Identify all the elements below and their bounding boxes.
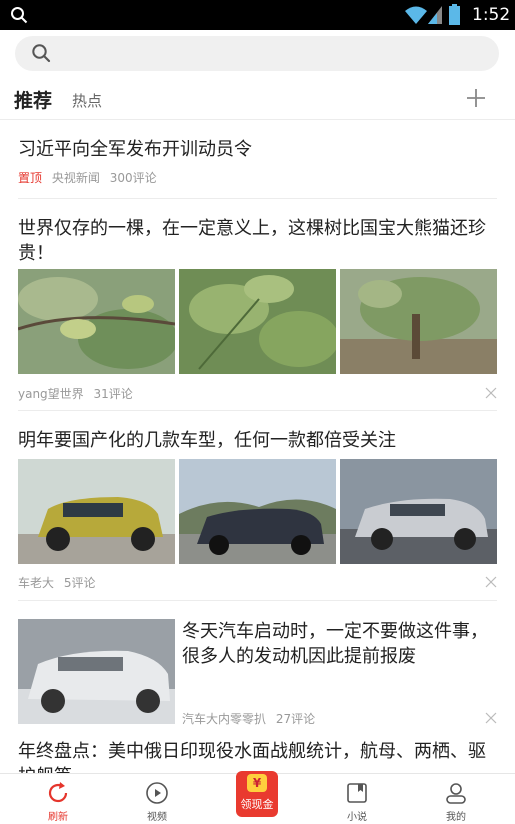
news-title: 习近平向全军发布开训动员令 [18, 139, 252, 160]
nav-label: 视频 [147, 812, 167, 823]
coin-icon: ¥ [247, 774, 267, 792]
news-image [179, 459, 336, 564]
news-source: 汽车大内零零扒 [182, 712, 267, 726]
news-meta: 车老大 5评论 [18, 574, 101, 591]
news-item[interactable]: 习近平向全军发布开训动员令 置顶 央视新闻 300评论 [0, 121, 515, 199]
battery-icon [449, 4, 460, 25]
news-item[interactable]: 世界仅存的一棵，在一定意义上，这棵树比国宝大熊猫还珍贵！ yang望世界 31评… [0, 199, 515, 411]
news-title: 年终盘点：美中俄日印现役水面战舰统计，航母、两栖、驱护舰等 [18, 741, 486, 773]
nav-label: 刷新 [48, 812, 68, 823]
nav-profile[interactable]: 我的 [426, 774, 486, 824]
news-comments: 5评论 [63, 576, 96, 590]
news-title: 世界仅存的一棵，在一定意义上，这棵树比国宝大熊猫还珍贵！ [18, 218, 486, 264]
news-comments: 31评论 [93, 387, 133, 401]
news-source: 央视新闻 [51, 171, 100, 185]
refresh-icon [48, 782, 68, 803]
pinned-badge: 置顶 [18, 171, 43, 185]
category-tabs: 推荐 热点 [0, 78, 515, 120]
news-meta: yang望世界 31评论 [18, 385, 139, 402]
status-time: 1:52 [472, 5, 511, 25]
news-feed: 习近平向全军发布开训动员令 置顶 央视新闻 300评论 世界仅存的一棵，在一定意… [0, 121, 515, 773]
status-bar: 1:52 [0, 0, 515, 30]
close-icon[interactable] [485, 387, 497, 399]
news-item[interactable]: 年终盘点：美中俄日印现役水面战舰统计，航母、两栖、驱护舰等 [0, 729, 515, 773]
nav-label: 小说 [347, 812, 367, 823]
person-icon [446, 783, 466, 804]
search-icon [32, 44, 51, 63]
add-channel-icon[interactable] [466, 88, 486, 108]
nav-novel[interactable]: 小说 [327, 774, 387, 824]
news-source: 车老大 [18, 576, 55, 590]
news-title: 明年要国产化的几款车型，任何一款都倍受关注 [18, 430, 396, 451]
search-icon [11, 7, 28, 24]
nav-refresh[interactable]: 刷新 [28, 774, 88, 824]
news-image [179, 269, 336, 374]
news-item[interactable]: 明年要国产化的几款车型，任何一款都倍受关注 车老大 5评论 [0, 411, 515, 601]
news-item[interactable]: 冬天汽车启动时，一定不要做这件事，很多人的发动机因此提前报废 汽车大内零零扒 2… [0, 601, 515, 727]
nav-label: 领现金 [240, 798, 274, 811]
news-image [340, 459, 497, 564]
nav-label: 我的 [446, 812, 466, 823]
news-comments: 300评论 [109, 171, 157, 185]
get-cash-button[interactable]: ¥ 领现金 [236, 771, 278, 817]
search-box[interactable] [15, 36, 499, 71]
news-image [18, 619, 175, 724]
news-comments: 27评论 [275, 712, 316, 726]
tab-recommend[interactable]: 推荐 [14, 86, 52, 113]
search-bar [0, 30, 515, 78]
bottom-nav: 刷新 视频 ¥ 领现金 小说 我的 [0, 771, 515, 824]
tab-hot[interactable]: 热点 [72, 90, 102, 111]
news-meta: 置顶 央视新闻 300评论 [18, 169, 163, 186]
wifi-icon [405, 6, 427, 24]
news-source: yang望世界 [18, 387, 84, 401]
news-meta: 汽车大内零零扒 27评论 [182, 710, 321, 727]
news-image [340, 269, 497, 374]
news-image [18, 269, 175, 374]
close-icon[interactable] [485, 712, 497, 724]
search-input[interactable] [61, 36, 481, 71]
news-image [18, 459, 175, 564]
play-icon [146, 782, 168, 804]
signal-icon [428, 6, 442, 24]
close-icon[interactable] [485, 576, 497, 588]
book-icon [347, 783, 367, 803]
nav-video[interactable]: 视频 [127, 774, 187, 824]
news-title: 冬天汽车启动时，一定不要做这件事，很多人的发动机因此提前报废 [182, 621, 488, 667]
